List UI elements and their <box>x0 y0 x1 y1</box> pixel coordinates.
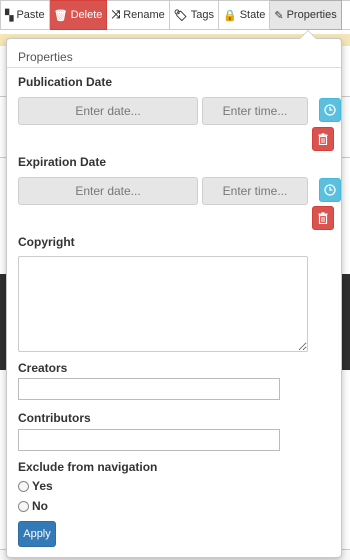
exclude-nav-no-option[interactable]: No <box>18 499 48 513</box>
publication-clock-button[interactable] <box>319 98 341 122</box>
clock-icon <box>324 104 336 116</box>
expiration-date-label: Expiration Date <box>18 155 107 169</box>
edit-icon: ✎ <box>274 9 284 22</box>
copyright-label: Copyright <box>18 235 75 249</box>
creators-input[interactable] <box>18 378 280 400</box>
tags-icon: 🏷 <box>173 9 188 22</box>
radio-yes-label: Yes <box>32 479 53 493</box>
background-table-edge-right <box>342 96 350 158</box>
publication-date-placeholder: Enter date... <box>75 104 141 118</box>
rename-label: Rename <box>123 9 165 21</box>
publication-date-input[interactable]: Enter date... <box>18 97 198 125</box>
radio-no[interactable] <box>18 500 29 512</box>
paste-button[interactable]: ▚ Paste <box>0 0 50 30</box>
contributors-label: Contributors <box>18 411 91 425</box>
state-label: State <box>239 9 266 21</box>
publication-clear-button[interactable] <box>312 127 334 151</box>
delete-label: Delete <box>70 9 103 21</box>
expiration-time-placeholder: Enter time... <box>222 184 288 198</box>
trash-icon: 🗑 <box>53 9 68 22</box>
popover-arrow <box>299 30 317 39</box>
rename-button[interactable]: ⤨ Rename <box>107 0 170 30</box>
clock-icon <box>324 184 336 196</box>
expiration-clear-button[interactable] <box>312 206 334 230</box>
delete-button[interactable]: 🗑 Delete <box>49 0 108 30</box>
copyright-textarea[interactable] <box>18 256 308 352</box>
properties-label: Properties <box>286 9 337 21</box>
tags-label: Tags <box>190 9 214 21</box>
tags-button[interactable]: 🏷 Tags <box>169 0 219 30</box>
toolbar-overflow-button[interactable] <box>341 0 350 30</box>
properties-button[interactable]: ✎ Properties <box>270 0 342 30</box>
radio-yes[interactable] <box>18 480 29 492</box>
exclude-nav-label: Exclude from navigation <box>18 460 158 474</box>
shuffle-icon: ⤨ <box>111 8 121 21</box>
publication-date-label: Publication Date <box>18 75 113 89</box>
state-button[interactable]: 🔒 State <box>218 0 271 30</box>
expiration-date-input[interactable]: Enter date... <box>18 177 198 205</box>
trash-icon <box>318 133 328 145</box>
apply-button[interactable]: Apply <box>18 521 56 547</box>
properties-popover: Properties Publication Date Enter date..… <box>6 30 342 558</box>
exclude-nav-yes-option[interactable]: Yes <box>18 479 53 493</box>
trash-icon <box>318 212 328 224</box>
popover-title: Properties <box>7 41 341 68</box>
publication-time-placeholder: Enter time... <box>222 104 288 118</box>
paste-label: Paste <box>16 9 45 21</box>
expiration-date-placeholder: Enter date... <box>75 184 141 198</box>
publication-time-input[interactable]: Enter time... <box>202 97 308 125</box>
radio-no-label: No <box>32 499 48 513</box>
paste-icon: ▚ <box>5 9 14 22</box>
expiration-clock-button[interactable] <box>319 178 341 202</box>
contributors-input[interactable] <box>18 429 280 451</box>
creators-label: Creators <box>18 361 68 375</box>
lock-icon: 🔒 <box>222 9 237 22</box>
expiration-time-input[interactable]: Enter time... <box>202 177 308 205</box>
toolbar: ▚ Paste 🗑 Delete ⤨ Rename 🏷 Tags 🔒 State… <box>0 0 350 30</box>
